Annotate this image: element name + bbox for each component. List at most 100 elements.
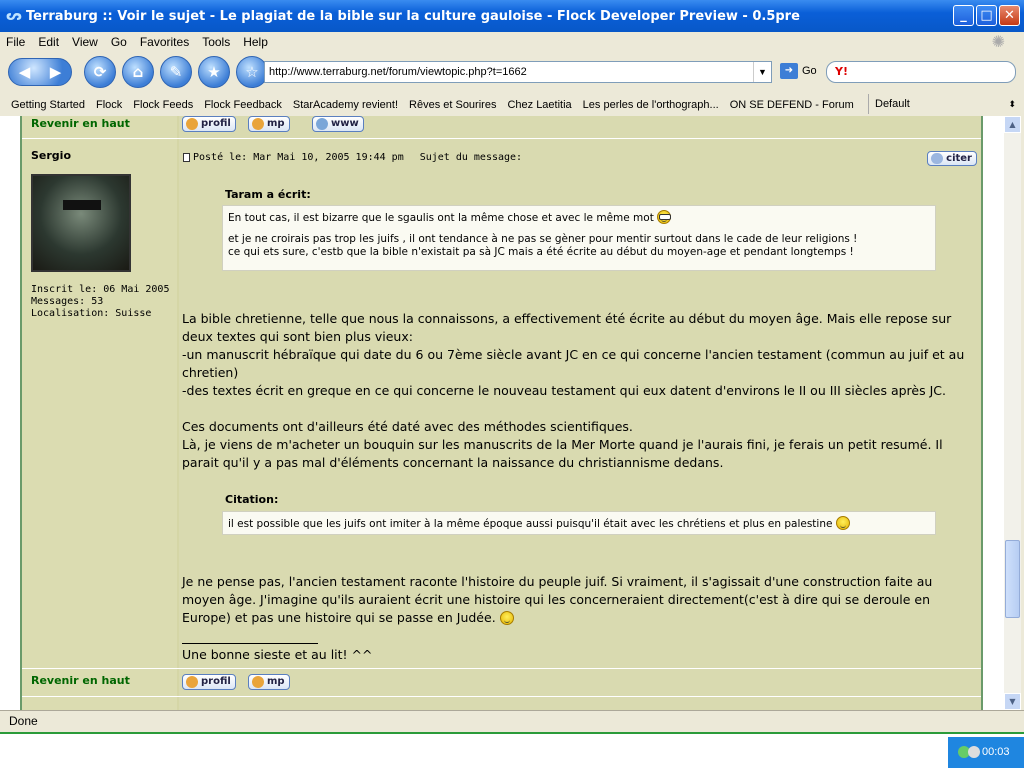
scroll-thumb[interactable] xyxy=(1005,540,1020,618)
quote-line: En tout cas, il est bizarre que le sgaul… xyxy=(228,210,930,225)
flock-logo-icon: ᔕ xyxy=(6,8,22,24)
quote-line: et je ne croirais pas trop les juifs , i… xyxy=(228,233,858,245)
profile-selector[interactable]: Default ⬍ xyxy=(868,94,1020,114)
smiley-icon xyxy=(835,516,850,530)
chevron-down-icon[interactable]: ▼ xyxy=(753,62,771,82)
system-tray: 00:03 xyxy=(948,737,1024,768)
bookmark-item[interactable]: Rêves et Sourires xyxy=(409,99,496,111)
profile-icon xyxy=(186,676,198,688)
post-line-text: Europe) et pas une histoire qui se passe… xyxy=(182,610,496,625)
maximize-button[interactable]: □ xyxy=(976,5,997,26)
back-to-top-link[interactable]: Revenir en haut xyxy=(31,674,130,687)
post-header: Posté le: Mar Mai 10, 2005 19:44 pm Suje… xyxy=(183,152,522,163)
post-line: Là, je viens de m'acheter un bouquin sur… xyxy=(182,437,943,452)
location: Localisation: Suisse xyxy=(31,308,152,319)
post-line: -un manuscrit hébraïque qui date du 6 ou… xyxy=(182,347,965,362)
bookmark-item[interactable]: Flock Feedback xyxy=(204,99,282,111)
quote-icon xyxy=(931,153,944,164)
bookmark-item[interactable]: StarAcademy revient! xyxy=(293,99,398,111)
post-line: chretien) xyxy=(182,365,239,380)
forward-arrow-icon[interactable]: ▶ xyxy=(50,63,62,81)
forum-post-table: Revenir en haut profil mp www Sergio Ins… xyxy=(20,116,983,710)
join-date: Inscrit le: 06 Mai 2005 xyxy=(31,284,170,295)
menu-favorites[interactable]: Favorites xyxy=(140,35,189,49)
vertical-scrollbar[interactable]: ▲ ▼ xyxy=(1004,116,1021,710)
cool-smiley-icon xyxy=(657,210,672,224)
favorites-star-icon[interactable]: ★ xyxy=(198,56,230,88)
citation-block: il est possible que les juifs ont imiter… xyxy=(222,511,936,535)
blog-pen-icon[interactable]: ✎ xyxy=(160,56,192,88)
post-line: Je ne pense pas, l'ancien testament raco… xyxy=(182,574,933,589)
avatar xyxy=(31,174,131,272)
go-label[interactable]: Go xyxy=(802,65,817,77)
status-bar: Done xyxy=(0,710,1024,732)
menu-bar: File Edit View Go Favorites Tools Help ✺ xyxy=(0,32,1024,52)
post-line: Ces documents ont d'ailleurs été daté av… xyxy=(182,419,633,434)
smiley-icon xyxy=(499,611,514,625)
citation-text: il est possible que les juifs ont imiter… xyxy=(228,518,833,530)
window-title: Terraburg :: Voir le sujet - Le plagiat … xyxy=(26,8,800,24)
post-subject: Sujet du message: xyxy=(419,152,523,163)
profile-button-label: profil xyxy=(201,676,231,687)
post-author-name[interactable]: Sergio xyxy=(31,149,71,162)
signature-divider xyxy=(182,643,318,644)
close-button[interactable]: ✕ xyxy=(999,5,1020,26)
chevron-updown-icon[interactable]: ⬍ xyxy=(1008,94,1016,114)
menu-help[interactable]: Help xyxy=(243,35,268,49)
divider xyxy=(22,696,981,697)
go-arrow-icon[interactable]: ➜ xyxy=(780,63,798,79)
search-input[interactable]: Y! xyxy=(826,61,1016,83)
bookmarks-bar: Getting Started Flock Flock Feeds Flock … xyxy=(0,94,1024,116)
profile-selector-value[interactable]: Default xyxy=(875,98,910,110)
go-button[interactable]: ➜ Go xyxy=(780,63,817,79)
bookmark-item[interactable]: Les perles de l'orthograph... xyxy=(583,99,719,111)
post-line: -des textes écrit en greque en ce qui co… xyxy=(182,383,946,398)
quote-block: En tout cas, il est bizarre que le sgaul… xyxy=(222,205,936,271)
quote-line: ce qui ets sure, c'estb que la bible n'e… xyxy=(228,246,854,258)
bookmark-item[interactable]: Flock Feeds xyxy=(133,99,193,111)
minimize-button[interactable]: _ xyxy=(953,5,974,26)
quote-author: Taram a écrit: xyxy=(225,188,311,201)
url-text[interactable]: http://www.terraburg.net/forum/viewtopic… xyxy=(269,66,527,78)
title-bar: ᔕ Terraburg :: Voir le sujet - Le plagia… xyxy=(0,0,1024,32)
back-forward-buttons[interactable]: ◀ ▶ xyxy=(8,58,72,86)
menu-file[interactable]: File xyxy=(6,35,25,49)
quote-button-label: citer xyxy=(946,153,972,164)
yahoo-logo-icon[interactable]: Y! xyxy=(835,65,848,78)
reload-icon[interactable]: ⟳ xyxy=(84,56,116,88)
bookmark-item[interactable]: ON SE DEFEND - Forum xyxy=(730,99,854,111)
menu-tools[interactable]: Tools xyxy=(202,35,230,49)
post-date: Posté le: Mar Mai 10, 2005 19:44 pm xyxy=(193,152,404,163)
post-line: Europe) et pas une histoire qui se passe… xyxy=(182,609,932,627)
pm-button[interactable]: mp xyxy=(248,674,290,690)
divider xyxy=(22,668,981,669)
pm-button-label: mp xyxy=(267,676,285,687)
status-text: Done xyxy=(9,714,38,728)
scroll-down-arrow-icon[interactable]: ▼ xyxy=(1004,693,1021,710)
quote-text: En tout cas, il est bizarre que le sgaul… xyxy=(228,212,654,224)
taskbar: 00:03 xyxy=(0,732,1024,768)
bookmark-item[interactable]: Chez Laetitia xyxy=(507,99,571,111)
clock: 00:03 xyxy=(982,746,1010,758)
bookmark-item[interactable]: Flock xyxy=(96,99,122,111)
menu-go[interactable]: Go xyxy=(111,35,127,49)
post-line: La bible chretienne, telle que nous la c… xyxy=(182,311,952,326)
back-arrow-icon[interactable]: ◀ xyxy=(19,63,31,81)
profile-button[interactable]: profil xyxy=(182,674,236,690)
pm-icon xyxy=(252,676,264,688)
scroll-up-arrow-icon[interactable]: ▲ xyxy=(1004,116,1021,133)
volume-icon[interactable] xyxy=(968,746,980,758)
post-icon[interactable] xyxy=(183,153,190,162)
quote-button[interactable]: citer xyxy=(927,151,977,166)
menu-view[interactable]: View xyxy=(72,35,98,49)
post-body: La bible chretienne, telle que nous la c… xyxy=(182,310,964,472)
citation-label: Citation: xyxy=(225,493,279,506)
back-to-top-link[interactable]: Revenir en haut xyxy=(31,117,130,130)
home-icon[interactable]: ⌂ xyxy=(122,56,154,88)
bookmark-item[interactable]: Getting Started xyxy=(11,99,85,111)
post-line: deux textes qui sont bien plus vieux: xyxy=(182,329,413,344)
menu-edit[interactable]: Edit xyxy=(38,35,59,49)
post-line: parait qu'il y a pas mal d'éléments conc… xyxy=(182,455,724,470)
author-info: Inscrit le: 06 Mai 2005 Messages: 53 Loc… xyxy=(31,284,169,320)
address-bar[interactable]: http://www.terraburg.net/forum/viewtopic… xyxy=(264,61,772,83)
